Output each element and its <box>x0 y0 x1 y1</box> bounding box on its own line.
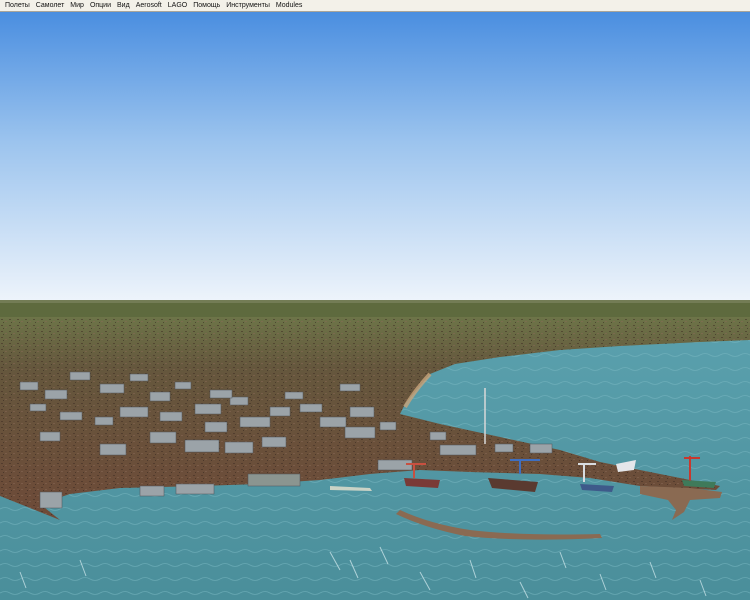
menu-flights[interactable]: Полеты <box>2 0 33 11</box>
menu-help[interactable]: Помощь <box>190 0 223 11</box>
scenery-canvas <box>0 12 750 600</box>
menu-options[interactable]: Опции <box>87 0 114 11</box>
menu-aerosoft[interactable]: Aerosoft <box>133 0 165 11</box>
3d-viewport[interactable] <box>0 12 750 600</box>
flight-sim-window: Полеты Самолет Мир Опции Вид Aerosoft LA… <box>0 0 750 600</box>
menu-aircraft[interactable]: Самолет <box>33 0 68 11</box>
sky <box>0 12 750 302</box>
menu-view[interactable]: Вид <box>114 0 133 11</box>
menu-modules[interactable]: Modules <box>273 0 305 11</box>
menu-tools[interactable]: Инструменты <box>223 0 273 11</box>
menu-world[interactable]: Мир <box>67 0 87 11</box>
menu-lago[interactable]: LAGO <box>165 0 190 11</box>
menu-bar: Полеты Самолет Мир Опции Вид Aerosoft LA… <box>0 0 750 12</box>
